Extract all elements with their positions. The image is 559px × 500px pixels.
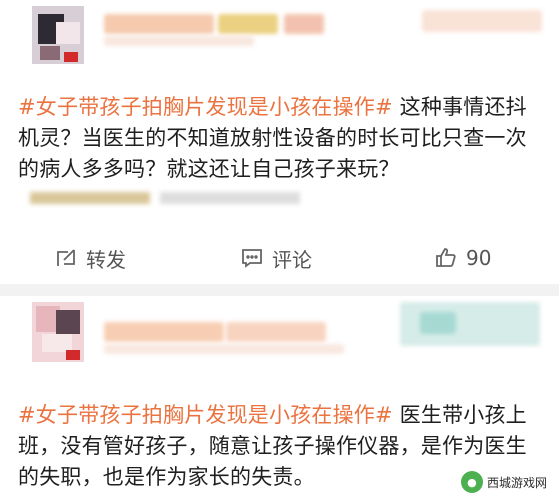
comment-button[interactable]: 评论 xyxy=(240,240,312,276)
repost-label: 转发 xyxy=(86,247,126,272)
site-watermark: ● 西城游戏网 xyxy=(456,468,555,496)
site-logo-icon: ● xyxy=(460,471,483,493)
like-button[interactable]: 90 xyxy=(434,240,491,276)
like-count: 90 xyxy=(466,246,492,270)
avatar[interactable] xyxy=(32,6,84,64)
repost-icon xyxy=(57,249,75,266)
like-icon xyxy=(436,248,456,267)
avatar[interactable] xyxy=(32,302,84,362)
weibo-post-1: #女子带孩子拍胸片发现是小孩在操作# 这种事情还抖机灵？当医生的不知道放射性设备… xyxy=(0,0,559,284)
post-divider xyxy=(0,284,559,296)
site-name: 西城游戏网 xyxy=(486,475,547,490)
action-bar: 转发 评论 90 xyxy=(0,240,559,276)
hashtag-link[interactable]: #女子带孩子拍胸片发现是小孩在操作# xyxy=(18,95,393,119)
comment-label: 评论 xyxy=(272,247,312,272)
hashtag-link[interactable]: #女子带孩子拍胸片发现是小孩在操作# xyxy=(18,403,393,427)
post-body: #女子带孩子拍胸片发现是小孩在操作# 这种事情还抖机灵？当医生的不知道放射性设备… xyxy=(18,92,543,185)
comment-icon xyxy=(242,249,262,268)
repost-button[interactable]: 转发 xyxy=(54,240,126,276)
